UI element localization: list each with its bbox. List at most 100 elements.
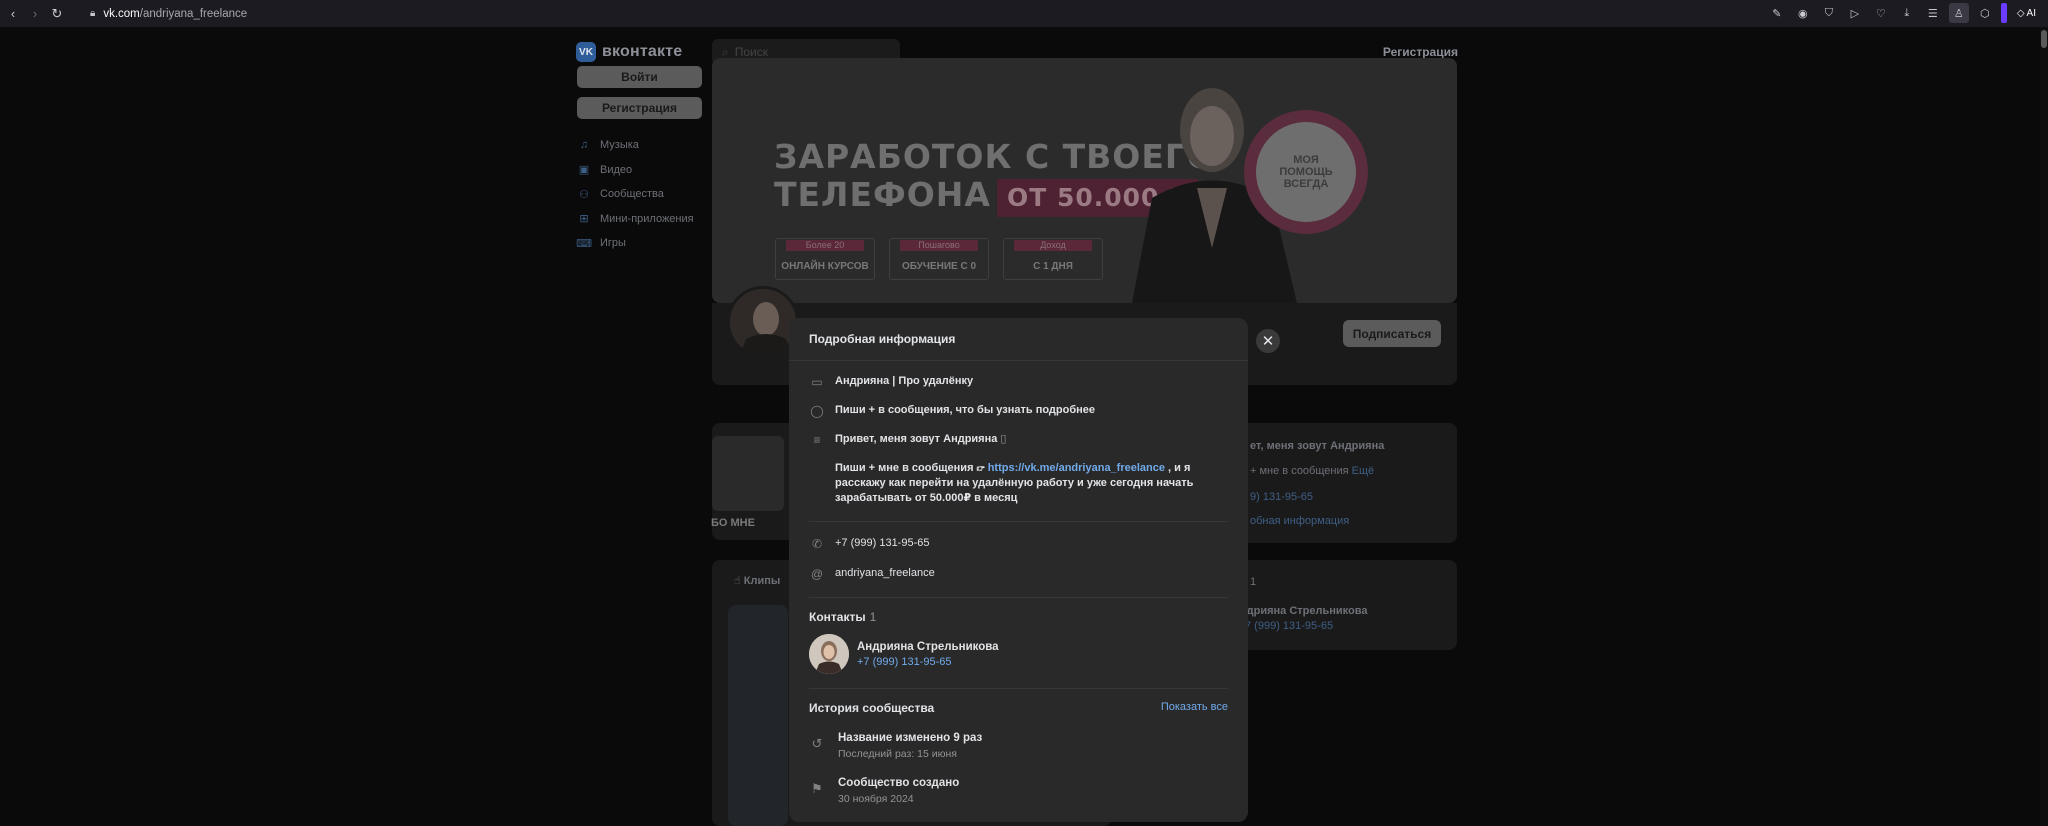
sidebar-item-video[interactable]: ▣ Видео [577,158,702,183]
reload-icon[interactable]: ↻ [46,3,68,25]
pointing-hand-icon: 👉︎ [976,462,985,474]
contact-name[interactable]: Андрияна Стрельникова [857,641,999,653]
play-icon[interactable]: ▷ [1845,3,1865,23]
profile-card-icon: ▭ [811,375,823,389]
emoji-placeholder-icon: ▯ [1000,433,1007,445]
vk-logo-text: вконтакте [602,43,683,60]
cover-circle-badge: МОЯ ПОМОЩЬ ВСЕГДА [1244,110,1368,234]
info-row-description: ≡ Привет, меня зовут Андрияна ▯ Пиши + м… [809,432,1193,506]
cover-badge: Доход С 1 ДНЯ [1003,238,1103,280]
divider [809,521,1228,522]
vk-logo[interactable]: VK вконтакте [576,42,682,62]
circle-text: ПОМОЩЬ [1279,166,1333,178]
more-info-link[interactable]: обная информация [1250,515,1349,527]
contact-avatar-photo [809,634,849,674]
communities-icon: ⚇ [579,188,589,201]
contact-avatar[interactable] [809,634,849,674]
header-register-link[interactable]: Регистрация [1383,45,1458,59]
contacts-title: Контакты 1 [809,610,876,624]
show-all-link[interactable]: Показать все [1161,701,1228,713]
info-status: Пиши + в сообщения, что бы узнать подроб… [835,404,1096,416]
subscribe-button[interactable]: Подписаться [1343,320,1441,347]
info-name: Андрияна | Про удалёнку [835,375,974,387]
info-phone[interactable]: +7 (999) 131-95-65 [835,536,929,551]
sparkle-icon: ◇ [2016,7,2025,19]
extension-indicator[interactable] [2000,3,2007,23]
history-item-title: Сообщество создано [838,777,960,789]
info-row-screen-name: @ andriyana_freelance [809,566,935,582]
description-p2-end: , и я [1168,462,1191,474]
info-description: Привет, меня зовут Андрияна ▯ Пиши + мне… [835,432,1193,506]
info-row-name: ▭ Андрияна | Про удалёнку [809,374,973,390]
mini-apps-icon: ⊞ [579,213,589,226]
info-row-phone[interactable]: ✆ +7 (999) 131-95-65 [809,536,930,552]
info-screen-name: andriyana_freelance [835,567,935,579]
camera-icon[interactable]: ◉ [1793,3,1813,23]
sidebar-item-communities[interactable]: ⚇ Сообщества [577,182,702,207]
more-link[interactable]: Ещё [1352,465,1375,477]
contacts-count-right: 1 [1250,576,1257,588]
divider [809,688,1228,689]
description-p2-start: Пиши + мне в сообщения [835,462,974,474]
modal-title: Подробная информация [789,318,1248,361]
about-text-right-2-text: + мне в сообщения [1250,465,1349,477]
circle-text: ВСЕГДА [1283,178,1329,190]
vk-me-link[interactable]: https://vk.me/andriyana_freelance [988,462,1165,474]
text-lines-icon: ≡ [813,433,821,447]
heart-icon[interactable]: ♡ [1871,3,1891,23]
cover-badges: Более 20 ОНЛАЙН КУРСОВ Пошагово ОБУЧЕНИЕ С… [775,238,1103,280]
browser-toolbar: ‹ › ↻ 🔒︎ vk.com/andriyana_freelance ✎ ◉ … [0,0,2048,27]
clips-icon: ☝︎ [734,575,744,587]
badge-main: ОБУЧЕНИЕ С 0 [901,261,977,272]
back-icon[interactable]: ‹ [2,3,24,25]
phone-right: 9) 131-95-65 [1250,491,1313,503]
menu-icon[interactable]: ☰ [1923,3,1943,23]
left-sidebar: Войти Регистрация ♫ Музыка ▣ Видео ⚇ Сообще… [576,66,702,256]
info-row-status: ◯ Пиши + в сообщения, что бы узнать подр… [809,403,1095,419]
clips-label: ☝︎ Клипы [734,574,780,587]
about-text-right-2: + мне в сообщения Ещё [1250,465,1374,477]
edit-icon[interactable]: ✎ [1767,3,1787,23]
sidebar-item-music[interactable]: ♫ Музыка [577,133,702,158]
badge-top: Доход [1014,240,1092,251]
shield-icon[interactable]: ⛉ [1819,3,1839,23]
history-item-title: Название изменено 9 раз [838,732,983,744]
login-button[interactable]: Войти [577,66,702,88]
album-thumb[interactable] [712,436,784,511]
description-line4: зарабатывать от 50.000₽ в месяц [835,492,1018,504]
ai-button[interactable]: ◇ AI [2013,8,2040,19]
sidebar-item-mini-apps[interactable]: ⊞ Мини-приложения [577,207,702,232]
community-cover: ЗАРАБОТОК С ТВОЕГО ТЕЛЕФОНА ОТ 50.000 Р Б… [712,58,1457,303]
close-icon[interactable]: ✕ [1256,329,1280,353]
sidebar-item-label: Музыка [600,139,639,152]
contacts-title-text: Контакты [809,610,866,624]
profile-icon[interactable]: ♙ [1948,3,1969,23]
badge-top: Пошагово [900,240,978,251]
forward-icon[interactable]: › [24,3,46,25]
register-button[interactable]: Регистрация [577,97,702,119]
cover-badge: Пошагово ОБУЧЕНИЕ С 0 [889,238,989,280]
at-sign-icon: @ [810,567,824,581]
details-modal: Подробная информация ▭ Андрияна | Про уд… [789,318,1248,822]
contact-phone[interactable]: +7 (999) 131-95-65 [857,656,951,668]
scrollbar-thumb[interactable] [2041,30,2047,48]
history-icon: ↺ [811,736,823,751]
sidebar-item-label: Игры [600,237,626,250]
sidebar-item-label: Мини-приложения [600,212,694,225]
extensions-icon[interactable]: ⬡ [1975,3,1995,23]
music-icon: ♫ [579,139,589,152]
video-icon: ▣ [578,164,590,177]
badge-main: ОНЛАЙН КУРСОВ [781,261,869,272]
history-item-sub: 30 ноября 2024 [838,793,914,805]
scrollbar[interactable] [2040,27,2048,826]
contact-phone-right: 7 (999) 131-95-65 [1245,620,1334,632]
ai-label: AI [2026,7,2036,19]
left-nav: ♫ Музыка ▣ Видео ⚇ Сообщества ⊞ Мини-приложе… [576,133,702,256]
sidebar-item-games[interactable]: ⌨ Игры [576,231,702,256]
badge-top: Более 20 [786,240,864,251]
lock-icon: 🔒︎ [90,8,96,19]
download-icon[interactable]: ⤓ [1897,3,1917,23]
clip-thumb[interactable] [728,605,788,826]
address-bar[interactable]: 🔒︎ vk.com/andriyana_freelance [76,8,247,20]
message-icon: ◯ [810,404,824,418]
